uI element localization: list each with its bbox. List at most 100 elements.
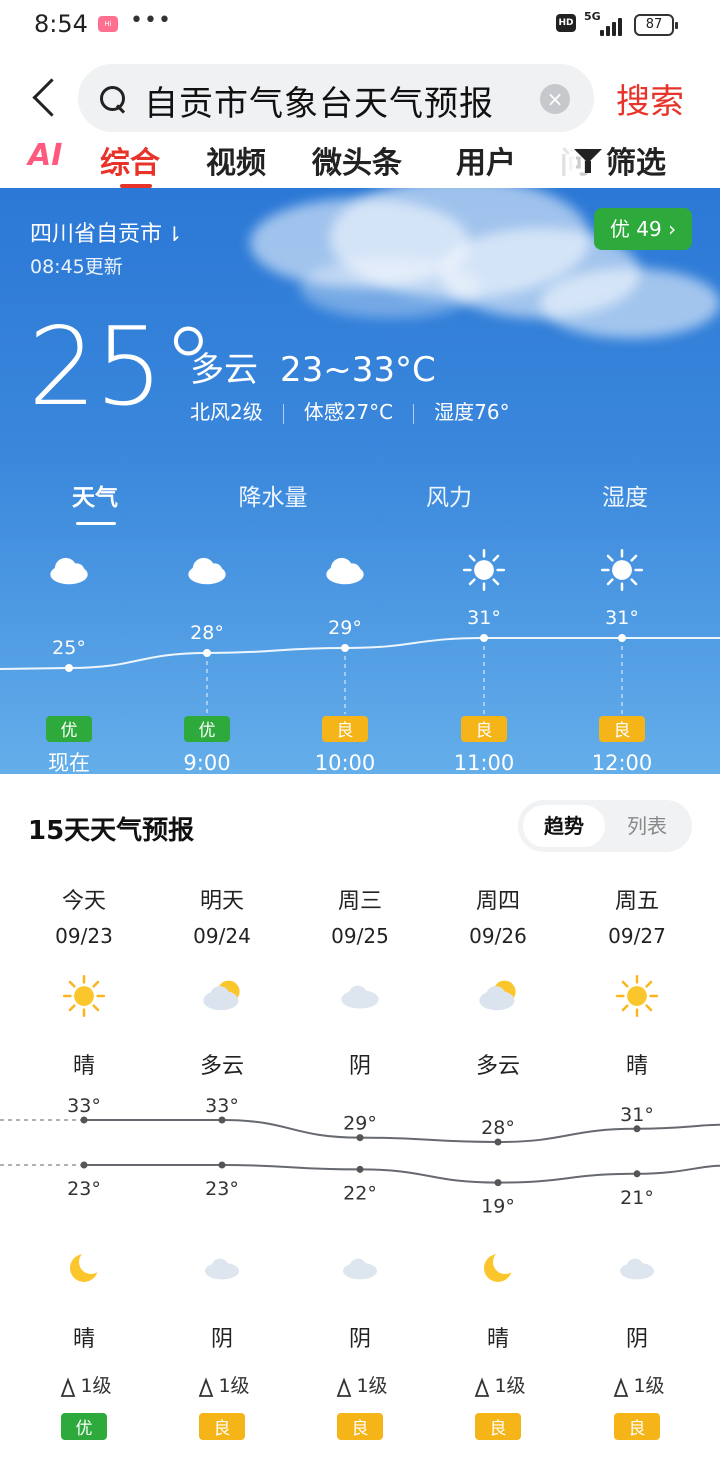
hd-icon: HD (556, 14, 576, 32)
forecast-high: 33° (205, 1095, 239, 1117)
forecast-day-name: 周五 (615, 889, 659, 914)
filter-button[interactable]: 筛选 (574, 138, 666, 182)
hourly-item[interactable]: 31° 良 11:00 (454, 548, 515, 774)
hourly-point (341, 644, 349, 652)
hourly-time: 11:00 (454, 751, 515, 774)
partly-cloudy-icon (203, 980, 240, 1011)
search-query[interactable]: 自贡市气象台天气预报 (144, 76, 494, 125)
forecast-high: 33° (67, 1095, 101, 1117)
category-tabs: AI 综合 视频 微头条 用户 问 筛选 (0, 138, 720, 188)
sun-icon-white (462, 548, 506, 592)
forecast-high: 28° (481, 1117, 515, 1139)
clear-icon[interactable]: × (540, 84, 570, 114)
partly-cloudy-icon (479, 980, 516, 1011)
tab-ai[interactable]: AI (28, 138, 62, 173)
tab-wind[interactable]: 风力 (374, 478, 524, 512)
forecast-day-condition: 阴 (349, 1054, 371, 1079)
search-button[interactable]: 搜索 (616, 74, 684, 123)
forecast-night-condition: 晴 (73, 1327, 95, 1352)
hourly-temp: 25° (52, 637, 86, 659)
forecast-night-condition: 晴 (487, 1327, 509, 1352)
forecast-day-condition: 多云 (476, 1054, 520, 1079)
filter-label: 筛选 (606, 146, 666, 181)
forecast-wind: 1级 (633, 1375, 664, 1397)
cloud-icon (343, 1258, 377, 1280)
location-switch-icon: ⇂ (166, 222, 183, 246)
forecast-high: 31° (620, 1104, 654, 1126)
battery-icon: 87 (634, 14, 678, 36)
hourly-time: 现在 (48, 751, 90, 774)
wind-icon (474, 1377, 490, 1397)
forecast-aqi-label: 良 (629, 1419, 646, 1439)
forecast-wind: 1级 (80, 1375, 111, 1397)
low-point (356, 1165, 364, 1173)
forecast-day-condition: 多云 (200, 1054, 244, 1079)
forecast-day-condition: 晴 (626, 1054, 648, 1079)
aqi-label: 良 (614, 721, 631, 741)
hourly-point (65, 664, 73, 672)
forecast-date: 09/27 (608, 924, 666, 948)
back-button[interactable] (26, 74, 60, 122)
sun-icon (615, 974, 659, 1018)
high-point (633, 1125, 641, 1133)
hourly-temp: 31° (605, 607, 639, 629)
tab-micro-headline[interactable]: 微头条 (312, 138, 402, 182)
forecast-date: 09/24 (193, 924, 251, 948)
wind-icon (613, 1377, 629, 1397)
hourly-item[interactable]: 31° 良 12:00 (592, 548, 653, 774)
list-view-button[interactable]: 列表 (606, 805, 688, 847)
forecast-day[interactable]: 周三 09/25 阴 29° 22° 阴 1级良 (331, 889, 389, 1440)
status-bar: 8:54 Hi ••• HD 5G 87 (0, 0, 720, 52)
forecast-day-name: 周四 (476, 889, 520, 914)
low-point (633, 1170, 641, 1178)
wind-icon (198, 1377, 214, 1397)
forecast-aqi-label: 良 (214, 1419, 231, 1439)
forecast-date: 09/25 (331, 924, 389, 948)
forecast-day[interactable]: 周四 09/26 多云 28° 19° 晴 1级良 (469, 889, 527, 1440)
forecast-day[interactable]: 周五 09/27 晴 31° 21° 阴 1级良 (608, 889, 666, 1440)
fifteen-day-forecast: 15天天气预报 趋势 列表 今天 09/23 晴 33° 23° 晴 1级优 明天 09/24 多… (0, 774, 720, 1469)
wind-icon (60, 1377, 76, 1397)
current-condition: 多云 (190, 350, 258, 390)
location-label[interactable]: 四川省自贡市 ⇂ (30, 216, 183, 248)
moon-icon (484, 1250, 517, 1282)
aqi-badge[interactable]: 优 49 › (594, 208, 692, 250)
tab-general[interactable]: 综合 (100, 138, 160, 182)
hourly-temp: 31° (467, 607, 501, 629)
tab-precipitation[interactable]: 降水量 (198, 478, 348, 512)
high-point (494, 1138, 502, 1146)
weather-card[interactable]: 四川省自贡市 ⇂ 08:45更新 优 49 › 25° 多云 23~33°C 北风2… (0, 188, 720, 774)
aqi-label: 良 (337, 721, 354, 741)
forecast-night-condition: 阴 (211, 1327, 233, 1352)
current-condition-row: 多云 23~33°C (190, 342, 436, 391)
forecast-wind: 1级 (494, 1375, 525, 1397)
forecast-low: 23° (67, 1178, 101, 1200)
tab-users[interactable]: 用户 (456, 138, 516, 182)
high-point (356, 1134, 364, 1142)
forecast-wind: 1级 (356, 1375, 387, 1397)
tab-video[interactable]: 视频 (206, 138, 266, 182)
hourly-item[interactable]: 25° 优现在 (46, 557, 92, 774)
sun-icon (62, 974, 106, 1018)
hourly-item[interactable]: 28° 优 9:00 (183, 557, 231, 774)
cloud-icon (341, 985, 379, 1009)
search-input[interactable]: 自贡市气象台天气预报 × (78, 64, 594, 132)
app-notification-icon: Hi (98, 16, 118, 32)
forecast-day-name: 今天 (62, 889, 106, 914)
tab-weather[interactable]: 天气 (20, 478, 170, 512)
more-notifications-icon: ••• (130, 8, 172, 33)
search-icon (98, 84, 128, 114)
updated-time: 08:45更新 (30, 256, 123, 278)
forecast-trend[interactable]: 今天 09/23 晴 33° 23° 晴 1级优 明天 09/24 多云 33° 23° 阴 1级良 周三 0… (0, 874, 720, 1469)
trend-view-button[interactable]: 趋势 (523, 805, 605, 847)
search-header: 自贡市气象台天气预报 × 搜索 (0, 52, 720, 140)
hourly-forecast[interactable]: 25° 优现在 28° 优 9:00 29° 良 10:00 31° 良 11:00 31° 良 12:0… (0, 538, 720, 774)
hourly-temp: 28° (190, 622, 224, 644)
tab-humidity[interactable]: 湿度 (550, 478, 700, 512)
hourly-item[interactable]: 29° 良 10:00 (315, 557, 376, 774)
current-temperature: 25° (28, 305, 215, 430)
forecast-date: 09/26 (469, 924, 527, 948)
high-point (218, 1116, 226, 1124)
hourly-tabs: 天气 降水量 风力 湿度 (0, 478, 720, 528)
forecast-title: 15天天气预报 (28, 816, 195, 846)
